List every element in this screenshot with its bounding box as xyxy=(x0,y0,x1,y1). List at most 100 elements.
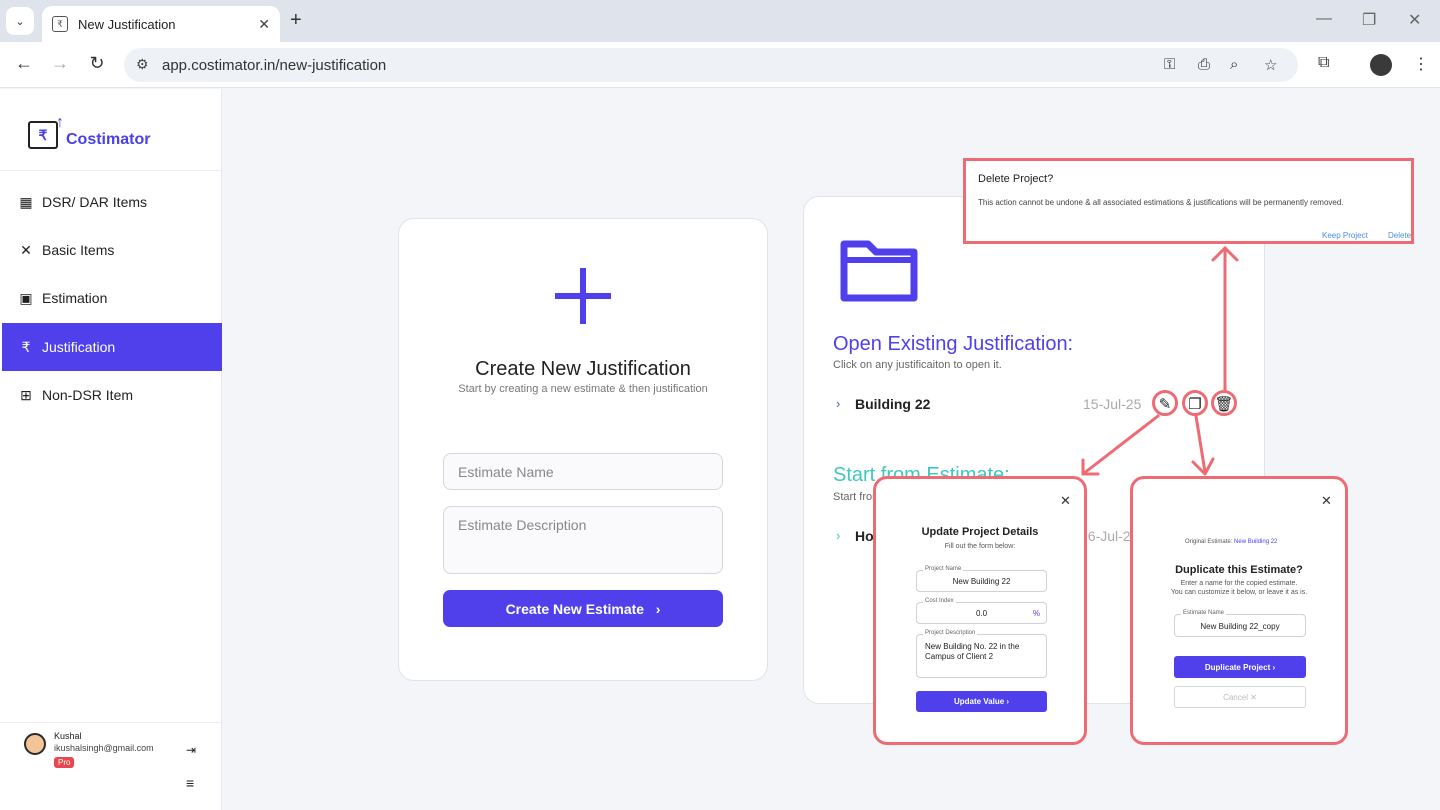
field-value: New Building 22_copy xyxy=(1200,622,1280,631)
add-box-icon: ⊞ xyxy=(20,386,32,403)
extensions-icon[interactable]: ⧉ xyxy=(1318,54,1329,72)
percent-suffix: % xyxy=(1032,609,1040,618)
sidebar-item-dsr-dar-items[interactable]: ▦ DSR/ DAR Items xyxy=(2,178,222,226)
justification-date: 15-Jul-25 xyxy=(1083,396,1142,412)
browser-tab[interactable]: ₹ New Justification ✕ xyxy=(42,6,280,42)
cancel-button[interactable]: Cancel ✕ xyxy=(1174,686,1306,708)
forward-icon[interactable]: → xyxy=(48,53,72,74)
collapse-menu-icon[interactable]: ≡ xyxy=(186,775,194,791)
estimate-description-input[interactable] xyxy=(443,506,723,574)
field-label: Estimate Name xyxy=(1181,610,1227,616)
chevron-right-icon: › xyxy=(655,600,661,617)
sidebar-item-label: Estimation xyxy=(42,290,108,306)
highlight-edit-circle xyxy=(1152,390,1178,416)
update-project-modal: ✕ Update Project Details Fill out the fo… xyxy=(873,476,1087,745)
field-value: New Building 22 xyxy=(952,577,1011,586)
estimate-name-field[interactable]: Estimate Name New Building 22_copy xyxy=(1174,610,1306,637)
update-modal-subtitle: Fill out the form below: xyxy=(944,543,1016,550)
original-name: New Building 22 xyxy=(1234,539,1278,545)
chevron-right-icon[interactable]: › xyxy=(836,396,840,411)
user-email: ikushalsingh@gmail.com xyxy=(54,743,154,753)
key-icon[interactable]: ⚿ xyxy=(1164,56,1175,73)
close-icon[interactable]: ✕ xyxy=(1060,493,1071,509)
chevron-right-icon[interactable]: › xyxy=(836,528,840,543)
brand-name: Costimator xyxy=(66,131,151,148)
sidebar-item-label: Non-DSR Item xyxy=(42,387,134,403)
close-icon[interactable]: ✕ xyxy=(1321,493,1332,509)
sidebar-item-justification[interactable]: ₹ Justification xyxy=(2,323,222,371)
sidebar-item-label: Basic Items xyxy=(42,242,115,258)
new-tab-icon[interactable]: + xyxy=(290,9,302,32)
delete-button[interactable]: Delete xyxy=(1388,231,1411,240)
highlight-delete-circle xyxy=(1211,390,1237,416)
address-bar[interactable]: ⚙ app.costimator.in/new-justification ⚿ … xyxy=(124,48,1298,82)
browser-tab-bar: ⌄ ₹ New Justification ✕ + — ❐ ✕ xyxy=(0,0,1440,42)
tab-close-icon[interactable]: ✕ xyxy=(258,16,270,33)
field-value: 0.0 xyxy=(975,609,988,618)
bookmark-star-icon[interactable]: ☆ xyxy=(1264,56,1277,74)
url-text: app.costimator.in/new-justification xyxy=(162,57,387,74)
sidebar-item-label: DSR/ DAR Items xyxy=(42,194,148,210)
create-subtitle: Start by creating a new estimate & then … xyxy=(458,383,708,395)
tools-icon: ✕ xyxy=(20,241,32,258)
justification-name[interactable]: Building 22 xyxy=(855,396,930,412)
estimate-name-input[interactable] xyxy=(443,453,723,490)
open-existing-subtitle: Click on any justificaiton to open it. xyxy=(833,359,1002,371)
site-settings-icon[interactable]: ⚙ xyxy=(136,56,149,73)
calculator-icon: ▣ xyxy=(19,289,33,306)
highlight-copy-circle xyxy=(1182,390,1208,416)
user-avatar[interactable] xyxy=(24,733,46,755)
zoom-icon[interactable]: ⌕ xyxy=(1230,56,1238,73)
browser-toolbar: ← → ↻ ⚙ app.costimator.in/new-justificat… xyxy=(0,42,1440,88)
sidebar-item-label: Justification xyxy=(42,339,116,355)
table-icon: ▦ xyxy=(19,193,33,210)
create-new-estimate-button[interactable]: Create New Estimate › xyxy=(443,590,723,627)
reload-icon[interactable]: ↻ xyxy=(85,53,109,74)
user-profile: Kushal ikushalsingh@gmail.com Pro ⇥ ≡ xyxy=(0,722,221,810)
field-label: Cost Index xyxy=(923,598,956,604)
sidebar-item-estimation[interactable]: ▣ Estimation xyxy=(2,274,222,322)
window-close-icon[interactable]: ✕ xyxy=(1408,10,1421,30)
rupee-favicon-icon: ₹ xyxy=(52,16,68,32)
rupee-icon: ₹ xyxy=(21,338,31,355)
project-description-field[interactable]: Project Description New Building No. 22 … xyxy=(916,630,1047,678)
open-existing-title: Open Existing Justification: xyxy=(833,333,1074,355)
back-icon[interactable]: ← xyxy=(12,53,36,74)
sidebar-divider xyxy=(0,170,221,171)
project-name-field[interactable]: Project Name New Building 22 xyxy=(916,566,1047,592)
keep-project-button[interactable]: Keep Project xyxy=(1322,231,1368,240)
delete-dialog-title: Delete Project? xyxy=(978,173,1054,185)
field-value: New Building No. 22 in the Campus of Cli… xyxy=(925,642,1020,661)
pro-badge: Pro xyxy=(54,757,75,768)
button-label: Create New Estimate xyxy=(505,600,645,617)
update-modal-title: Update Project Details xyxy=(921,526,1039,538)
install-app-icon[interactable]: ⎙ xyxy=(1198,56,1210,73)
update-value-button[interactable]: Update Value › xyxy=(916,691,1047,712)
plus-icon xyxy=(555,268,611,324)
restore-icon[interactable]: ❐ xyxy=(1362,10,1376,30)
costimator-logo-icon: ₹ ↑ xyxy=(28,114,64,149)
profile-avatar[interactable] xyxy=(1370,54,1392,76)
field-label: Project Name xyxy=(923,566,964,572)
cost-index-field[interactable]: Cost Index 0.0 % xyxy=(916,598,1047,624)
brand-logo[interactable]: ₹ ↑ Costimator xyxy=(28,114,151,149)
folder-icon xyxy=(840,240,918,302)
delete-project-dialog: Delete Project? This action cannot be un… xyxy=(963,158,1414,244)
user-name: Kushal xyxy=(54,731,82,741)
tab-search-chevron-icon[interactable]: ⌄ xyxy=(6,7,34,35)
duplicate-estimate-modal: ✕ Original Estimate: New Building 22 Dup… xyxy=(1130,476,1348,745)
logout-icon[interactable]: ⇥ xyxy=(186,743,196,757)
field-label: Project Description xyxy=(923,630,978,636)
minimize-icon[interactable]: — xyxy=(1316,10,1332,28)
create-title: Create New Justification xyxy=(475,358,691,380)
browser-menu-icon[interactable]: ⋮ xyxy=(1413,54,1429,74)
duplicate-project-button[interactable]: Duplicate Project › xyxy=(1174,656,1306,678)
tab-title: New Justification xyxy=(78,16,176,32)
duplicate-modal-title: Duplicate this Estimate? xyxy=(1175,564,1303,576)
original-estimate: Original Estimate: New Building 22 xyxy=(1185,539,1277,545)
delete-dialog-message: This action cannot be undone & all assoc… xyxy=(978,198,1344,207)
duplicate-modal-subtitle: You can customize it below, or leave it … xyxy=(1170,589,1308,596)
sidebar-item-basic-items[interactable]: ✕ Basic Items xyxy=(2,226,222,274)
sidebar-item-non-dsr-item[interactable]: ⊞ Non-DSR Item xyxy=(2,371,222,419)
sidebar: ₹ ↑ Costimator ▦ DSR/ DAR Items ✕ Basic I… xyxy=(0,89,222,810)
